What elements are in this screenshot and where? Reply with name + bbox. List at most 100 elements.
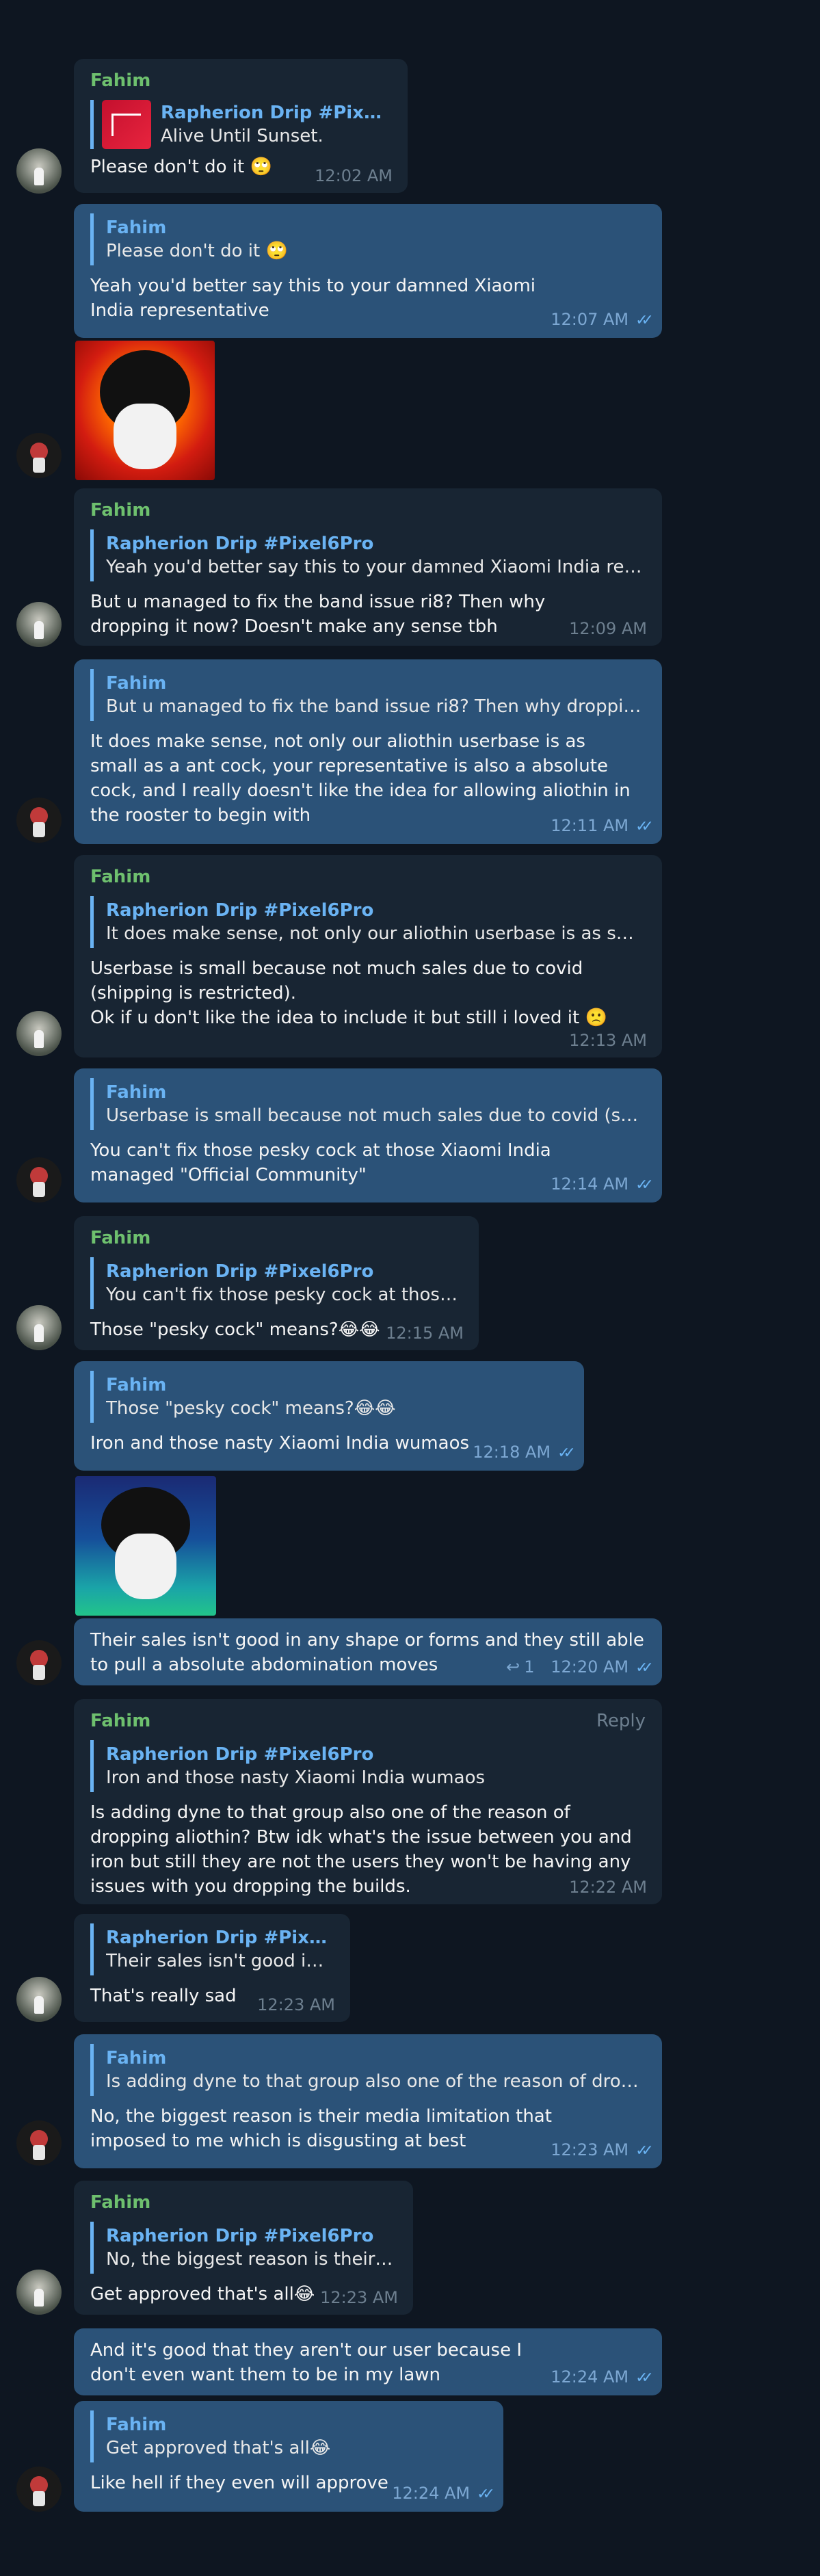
quote-author: Rapherion Drip #Pixel6Pro — [161, 103, 391, 123]
message-time: 12:13 AM — [569, 1031, 647, 1050]
sender-name[interactable]: Fahim — [90, 68, 391, 93]
avatar[interactable] — [16, 1977, 62, 2022]
message-time: 12:24 AM ✓✓ — [551, 2367, 654, 2387]
double-check-icon: ✓✓ — [635, 1659, 654, 1677]
message-time: 12:18 AM ✓✓ — [473, 1443, 576, 1462]
message-time: 12:23 AM — [320, 2288, 398, 2307]
double-check-icon: ✓✓ — [635, 2142, 654, 2159]
avatar[interactable] — [16, 148, 62, 194]
quoted-message[interactable]: Fahim But u managed to fix the band issu… — [90, 669, 646, 721]
message-time: 12:15 AM — [386, 1324, 464, 1343]
quoted-message[interactable]: Rapherion Drip #Pixel6Pro Iron and those… — [90, 1740, 646, 1792]
quote-author: Rapherion Drip #Pixel6Pro — [106, 2226, 374, 2246]
message-bubble[interactable]: Fahim But u managed to fix the band issu… — [74, 659, 662, 844]
message-bubble[interactable]: Fahim Rapherion Drip #Pixel6Pro Alive Un… — [74, 59, 408, 193]
quote-text: Yeah you'd better say this to your damne… — [106, 557, 646, 577]
message-bubble[interactable]: Fahim Rapherion Drip #Pixel6Pro It does … — [74, 855, 662, 1057]
quote-author: Rapherion Drip #Pixel6Pro — [106, 900, 374, 921]
quoted-message[interactable]: Rapherion Drip #Pixel6Pro No, the bigges… — [90, 2222, 397, 2274]
reply-count[interactable]: 1 — [524, 1657, 534, 1677]
double-check-icon: ✓✓ — [635, 1177, 654, 1194]
sticker-image[interactable] — [75, 341, 215, 480]
double-check-icon: ✓✓ — [557, 1445, 576, 1462]
quoted-message[interactable]: Fahim Please don't do it 🙄 — [90, 213, 646, 265]
quote-author: Rapherion Drip #Pixel6Pro — [106, 1744, 374, 1765]
link-preview-thumbnail — [102, 100, 151, 149]
quote-text: You can't fix those pesky cock at those … — [106, 1285, 462, 1305]
message-text: No, the biggest reason is their media li… — [90, 2106, 552, 2151]
quoted-message[interactable]: Fahim Userbase is small because not much… — [90, 1078, 646, 1130]
quote-author: Fahim — [106, 673, 167, 694]
message-bubble[interactable]: Fahim Rapherion Drip #Pixel6Pro You can'… — [74, 1216, 479, 1350]
quoted-message[interactable]: Rapherion Drip #Pixel6Pro You can't fix … — [90, 1257, 462, 1309]
avatar[interactable] — [16, 2270, 62, 2315]
message-text: Userbase is small because not much sales… — [90, 958, 583, 1003]
message-time: 12:14 AM ✓✓ — [551, 1174, 654, 1194]
message-text: It does make sense, not only our aliothi… — [90, 731, 631, 826]
quoted-message[interactable]: Fahim Is adding dyne to that group also … — [90, 2044, 646, 2096]
message-text: Ok if u don't like the idea to include i… — [90, 1008, 607, 1028]
avatar[interactable] — [16, 1157, 62, 1202]
quote-text: Get approved that's all😂 — [106, 2438, 331, 2458]
quote-author: Rapherion Drip #Pixel6Pro — [106, 1928, 334, 1948]
quote-author: Rapherion Drip #Pixel6Pro — [106, 1261, 374, 1282]
message-text: Yeah you'd better say this to your damne… — [90, 276, 535, 321]
quote-text: Their sales isn't good in any shape or f… — [106, 1951, 334, 1971]
quote-author: Fahim — [106, 1082, 167, 1103]
message-time: 12:02 AM — [315, 166, 393, 185]
quote-text: But u managed to fix the band issue ri8?… — [106, 696, 646, 717]
sender-name[interactable]: Fahim — [90, 1709, 646, 1733]
quoted-message[interactable]: Rapherion Drip #Pixel6Pro Their sales is… — [90, 1923, 334, 1975]
quote-text: Is adding dyne to that group also one of… — [106, 2071, 646, 2092]
message-bubble[interactable]: Fahim Please don't do it 🙄 Yeah you'd be… — [74, 204, 662, 338]
avatar[interactable] — [16, 1640, 62, 1685]
quote-text: It does make sense, not only our aliothi… — [106, 923, 646, 944]
message-time: 12:24 AM ✓✓ — [392, 2484, 495, 2503]
avatar[interactable] — [16, 1305, 62, 1350]
message-time: 12:23 AM — [257, 1995, 335, 2014]
sender-name[interactable]: Fahim — [90, 865, 646, 889]
avatar[interactable] — [16, 2120, 62, 2166]
quoted-message[interactable]: Rapherion Drip #Pixel6Pro Yeah you'd bet… — [90, 529, 646, 581]
message-time: 12:07 AM ✓✓ — [551, 310, 654, 329]
message-time: 12:22 AM — [569, 1878, 647, 1897]
message-bubble[interactable]: Fahim Userbase is small because not much… — [74, 1068, 662, 1202]
quote-author: Rapherion Drip #Pixel6Pro — [106, 534, 374, 554]
sender-name[interactable]: Fahim — [90, 1226, 462, 1250]
avatar[interactable] — [16, 2467, 62, 2512]
message-time: 12:11 AM ✓✓ — [551, 816, 654, 835]
message-text: But u managed to fix the band issue ri8?… — [90, 592, 546, 637]
quote-author: Fahim — [106, 2415, 167, 2435]
message-bubble[interactable]: And it's good that they aren't our user … — [74, 2328, 662, 2395]
sender-name[interactable]: Fahim — [90, 498, 646, 523]
double-check-icon: ✓✓ — [635, 818, 654, 835]
quote-author: Fahim — [106, 1375, 167, 1395]
sender-name[interactable]: Fahim — [90, 2190, 397, 2215]
message-bubble[interactable]: Fahim Those "pesky cock" means?😂😂 Iron a… — [74, 1361, 584, 1471]
message-bubble[interactable]: Fahim Reply Rapherion Drip #Pixel6Pro Ir… — [74, 1699, 662, 1904]
reply-arrow-icon[interactable]: ↩ — [506, 1657, 520, 1677]
sticker-image[interactable] — [75, 1476, 216, 1616]
avatar[interactable] — [16, 602, 62, 647]
quoted-message[interactable]: Rapherion Drip #Pixel6Pro It does make s… — [90, 896, 646, 948]
message-text: Is adding dyne to that group also one of… — [90, 1802, 632, 1897]
message-bubble[interactable]: Fahim Get approved that's all😂 Like hell… — [74, 2401, 503, 2512]
message-bubble[interactable]: Fahim Rapherion Drip #Pixel6Pro No, the … — [74, 2181, 413, 2315]
reply-button[interactable]: Reply — [596, 1709, 646, 1733]
double-check-icon: ✓✓ — [477, 2486, 495, 2503]
message-bubble[interactable]: Rapherion Drip #Pixel6Pro Their sales is… — [74, 1914, 350, 2022]
message-time: 12:23 AM ✓✓ — [551, 2140, 654, 2159]
message-bubble[interactable]: Fahim Rapherion Drip #Pixel6Pro Yeah you… — [74, 488, 662, 646]
quote-text: Iron and those nasty Xiaomi India wumaos — [106, 1767, 486, 1788]
message-bubble[interactable]: Their sales isn't good in any shape or f… — [74, 1618, 662, 1685]
quoted-message[interactable]: Fahim Get approved that's all😂 — [90, 2410, 487, 2462]
avatar[interactable] — [16, 798, 62, 843]
quoted-message[interactable]: Fahim Those "pesky cock" means?😂😂 — [90, 1371, 568, 1423]
quote-text: Userbase is small because not much sales… — [106, 1105, 646, 1126]
quoted-message[interactable]: Rapherion Drip #Pixel6Pro Alive Until Su… — [90, 100, 391, 149]
avatar[interactable] — [16, 433, 62, 478]
quote-author: Fahim — [106, 2048, 167, 2068]
quote-text: Those "pesky cock" means?😂😂 — [106, 1398, 396, 1419]
message-bubble[interactable]: Fahim Is adding dyne to that group also … — [74, 2034, 662, 2168]
avatar[interactable] — [16, 1011, 62, 1056]
